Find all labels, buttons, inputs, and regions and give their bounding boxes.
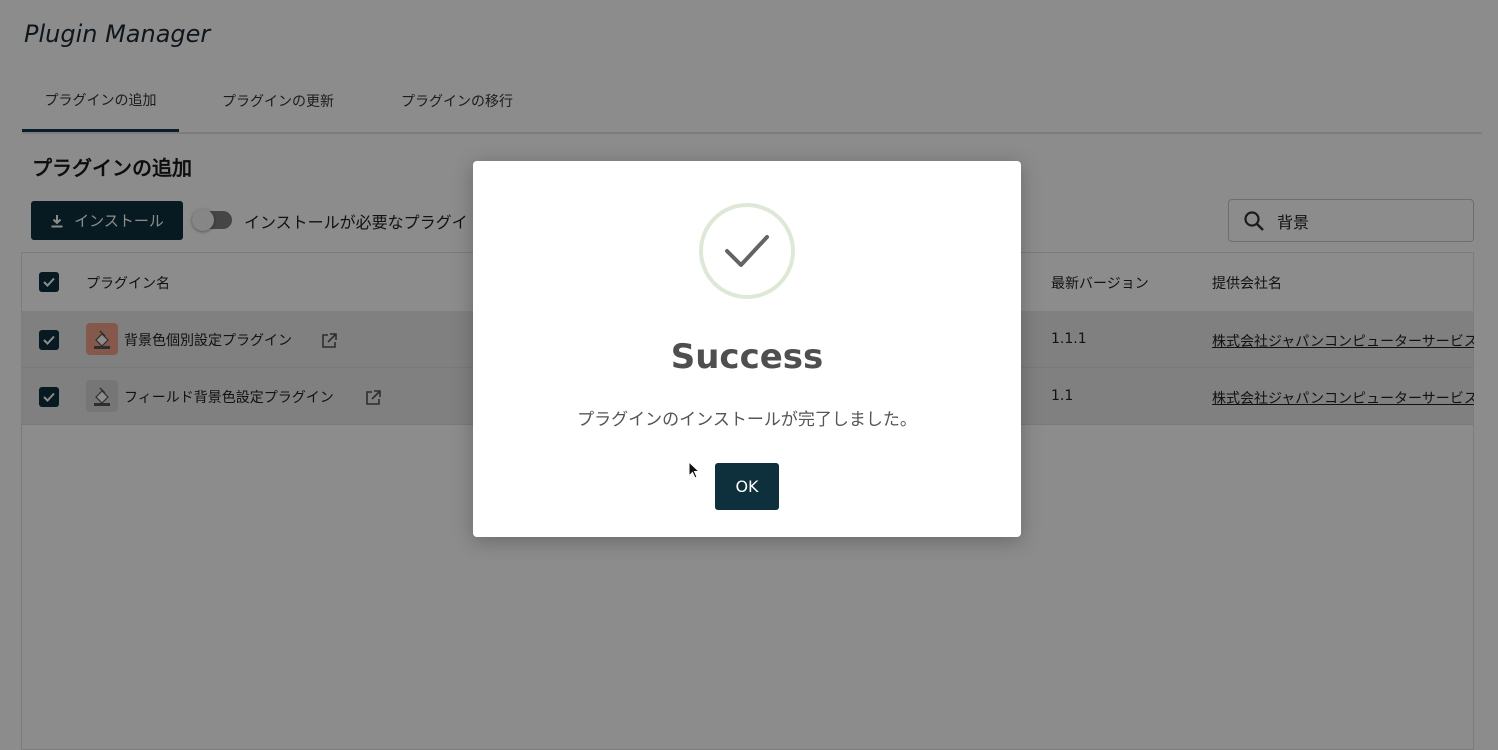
dialog-message: プラグインのインストールが完了しました。 — [577, 410, 917, 430]
success-dialog: Success プラグインのインストールが完了しました。 OK — [473, 161, 1021, 537]
dialog-title: Success — [670, 337, 824, 377]
check-circle-icon — [699, 203, 795, 299]
ok-button[interactable]: OK — [715, 463, 779, 510]
checkmark-icon — [725, 235, 769, 267]
mouse-cursor-icon — [688, 461, 700, 479]
